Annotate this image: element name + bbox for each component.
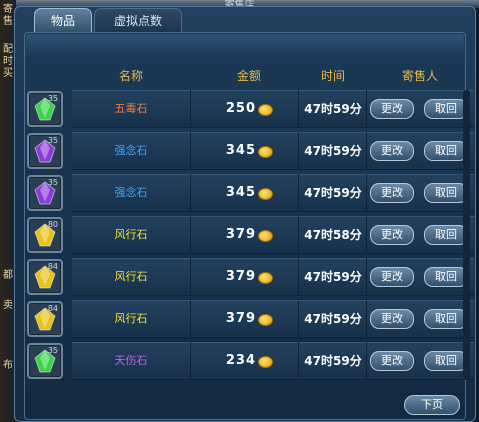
item-level: 35	[47, 94, 58, 103]
item-slot[interactable]: 84	[27, 259, 63, 295]
remaining-time: 47时59分	[304, 354, 362, 368]
cell-divider	[298, 90, 299, 128]
edit-button[interactable]: 更改	[370, 99, 414, 119]
next-page-button[interactable]: 下页	[404, 395, 460, 415]
cell-divider	[366, 90, 367, 128]
item-price: 234	[225, 353, 256, 368]
cell-divider	[190, 132, 191, 170]
retrieve-button[interactable]: 取回	[424, 183, 468, 203]
item-price: 345	[225, 143, 256, 158]
item-name: 强念石	[114, 186, 148, 199]
gold-coin-icon	[258, 104, 273, 116]
item-slot[interactable]: 80	[27, 217, 63, 253]
item-slot[interactable]: 84	[27, 301, 63, 337]
cell-divider	[190, 174, 191, 212]
cell-divider	[298, 300, 299, 338]
item-name: 强念石	[114, 144, 148, 157]
cell-divider	[298, 174, 299, 212]
cell-divider	[190, 258, 191, 296]
item-level: 84	[47, 262, 58, 271]
retrieve-button[interactable]: 取回	[424, 99, 468, 119]
retrieve-button[interactable]: 取回	[424, 267, 468, 287]
item-price: 379	[225, 311, 256, 326]
item-name: 风行石	[114, 270, 148, 283]
gold-coin-icon	[258, 230, 273, 242]
edit-button[interactable]: 更改	[370, 183, 414, 203]
gold-coin-icon	[258, 188, 273, 200]
tab-items[interactable]: 物品	[34, 8, 92, 32]
retrieve-button[interactable]: 取回	[424, 309, 468, 329]
remaining-time: 47时59分	[304, 270, 362, 284]
item-level: 35	[47, 178, 58, 187]
scrollbar[interactable]	[463, 90, 470, 380]
edit-button[interactable]: 更改	[370, 141, 414, 161]
item-slot[interactable]: 35	[27, 175, 63, 211]
item-price: 379	[225, 227, 256, 242]
item-slot[interactable]: 35	[27, 133, 63, 169]
gold-coin-icon	[258, 272, 273, 284]
cell-divider	[298, 132, 299, 170]
cell-divider	[298, 258, 299, 296]
cell-divider	[366, 258, 367, 296]
gold-coin-icon	[258, 146, 273, 158]
item-level: 35	[47, 136, 58, 145]
item-name: 五毒石	[114, 102, 148, 115]
remaining-time: 47时59分	[304, 312, 362, 326]
gold-coin-icon	[258, 356, 273, 368]
column-header-name: 名称	[118, 69, 143, 83]
remaining-time: 47时58分	[304, 228, 362, 242]
retrieve-button[interactable]: 取回	[424, 141, 468, 161]
item-name: 天伤石	[114, 354, 148, 367]
cell-divider	[366, 342, 367, 380]
item-slot[interactable]: 35	[27, 91, 63, 127]
listing-area-top	[26, 34, 464, 58]
cell-divider	[298, 216, 299, 254]
cell-divider	[366, 300, 367, 338]
edit-button[interactable]: 更改	[370, 267, 414, 287]
tab-virtual-points[interactable]: 虚拟点数	[94, 8, 182, 32]
cell-divider	[190, 300, 191, 338]
item-price: 345	[225, 185, 256, 200]
item-name: 风行石	[114, 228, 148, 241]
cell-divider	[190, 342, 191, 380]
cell-divider	[366, 216, 367, 254]
gold-coin-icon	[258, 314, 273, 326]
item-level: 35	[47, 346, 58, 355]
edit-button[interactable]: 更改	[370, 351, 414, 371]
item-level: 80	[47, 220, 58, 229]
remaining-time: 47时59分	[304, 144, 362, 158]
edit-button[interactable]: 更改	[370, 225, 414, 245]
remaining-time: 47时59分	[304, 102, 362, 116]
column-header-seller: 寄售人	[401, 69, 438, 83]
item-price: 379	[225, 269, 256, 284]
remaining-time: 47时59分	[304, 186, 362, 200]
cell-divider	[298, 342, 299, 380]
item-slot[interactable]: 35	[27, 343, 63, 379]
cell-divider	[366, 174, 367, 212]
cell-divider	[366, 132, 367, 170]
cell-divider	[190, 216, 191, 254]
retrieve-button[interactable]: 取回	[424, 225, 468, 245]
item-name: 风行石	[114, 312, 148, 325]
item-level: 84	[47, 304, 58, 313]
cell-divider	[190, 90, 191, 128]
edit-button[interactable]: 更改	[370, 309, 414, 329]
retrieve-button[interactable]: 取回	[424, 351, 468, 371]
column-header-time: 时间	[320, 69, 345, 83]
column-header-amount: 金额	[236, 69, 261, 83]
item-price: 250	[225, 101, 256, 116]
